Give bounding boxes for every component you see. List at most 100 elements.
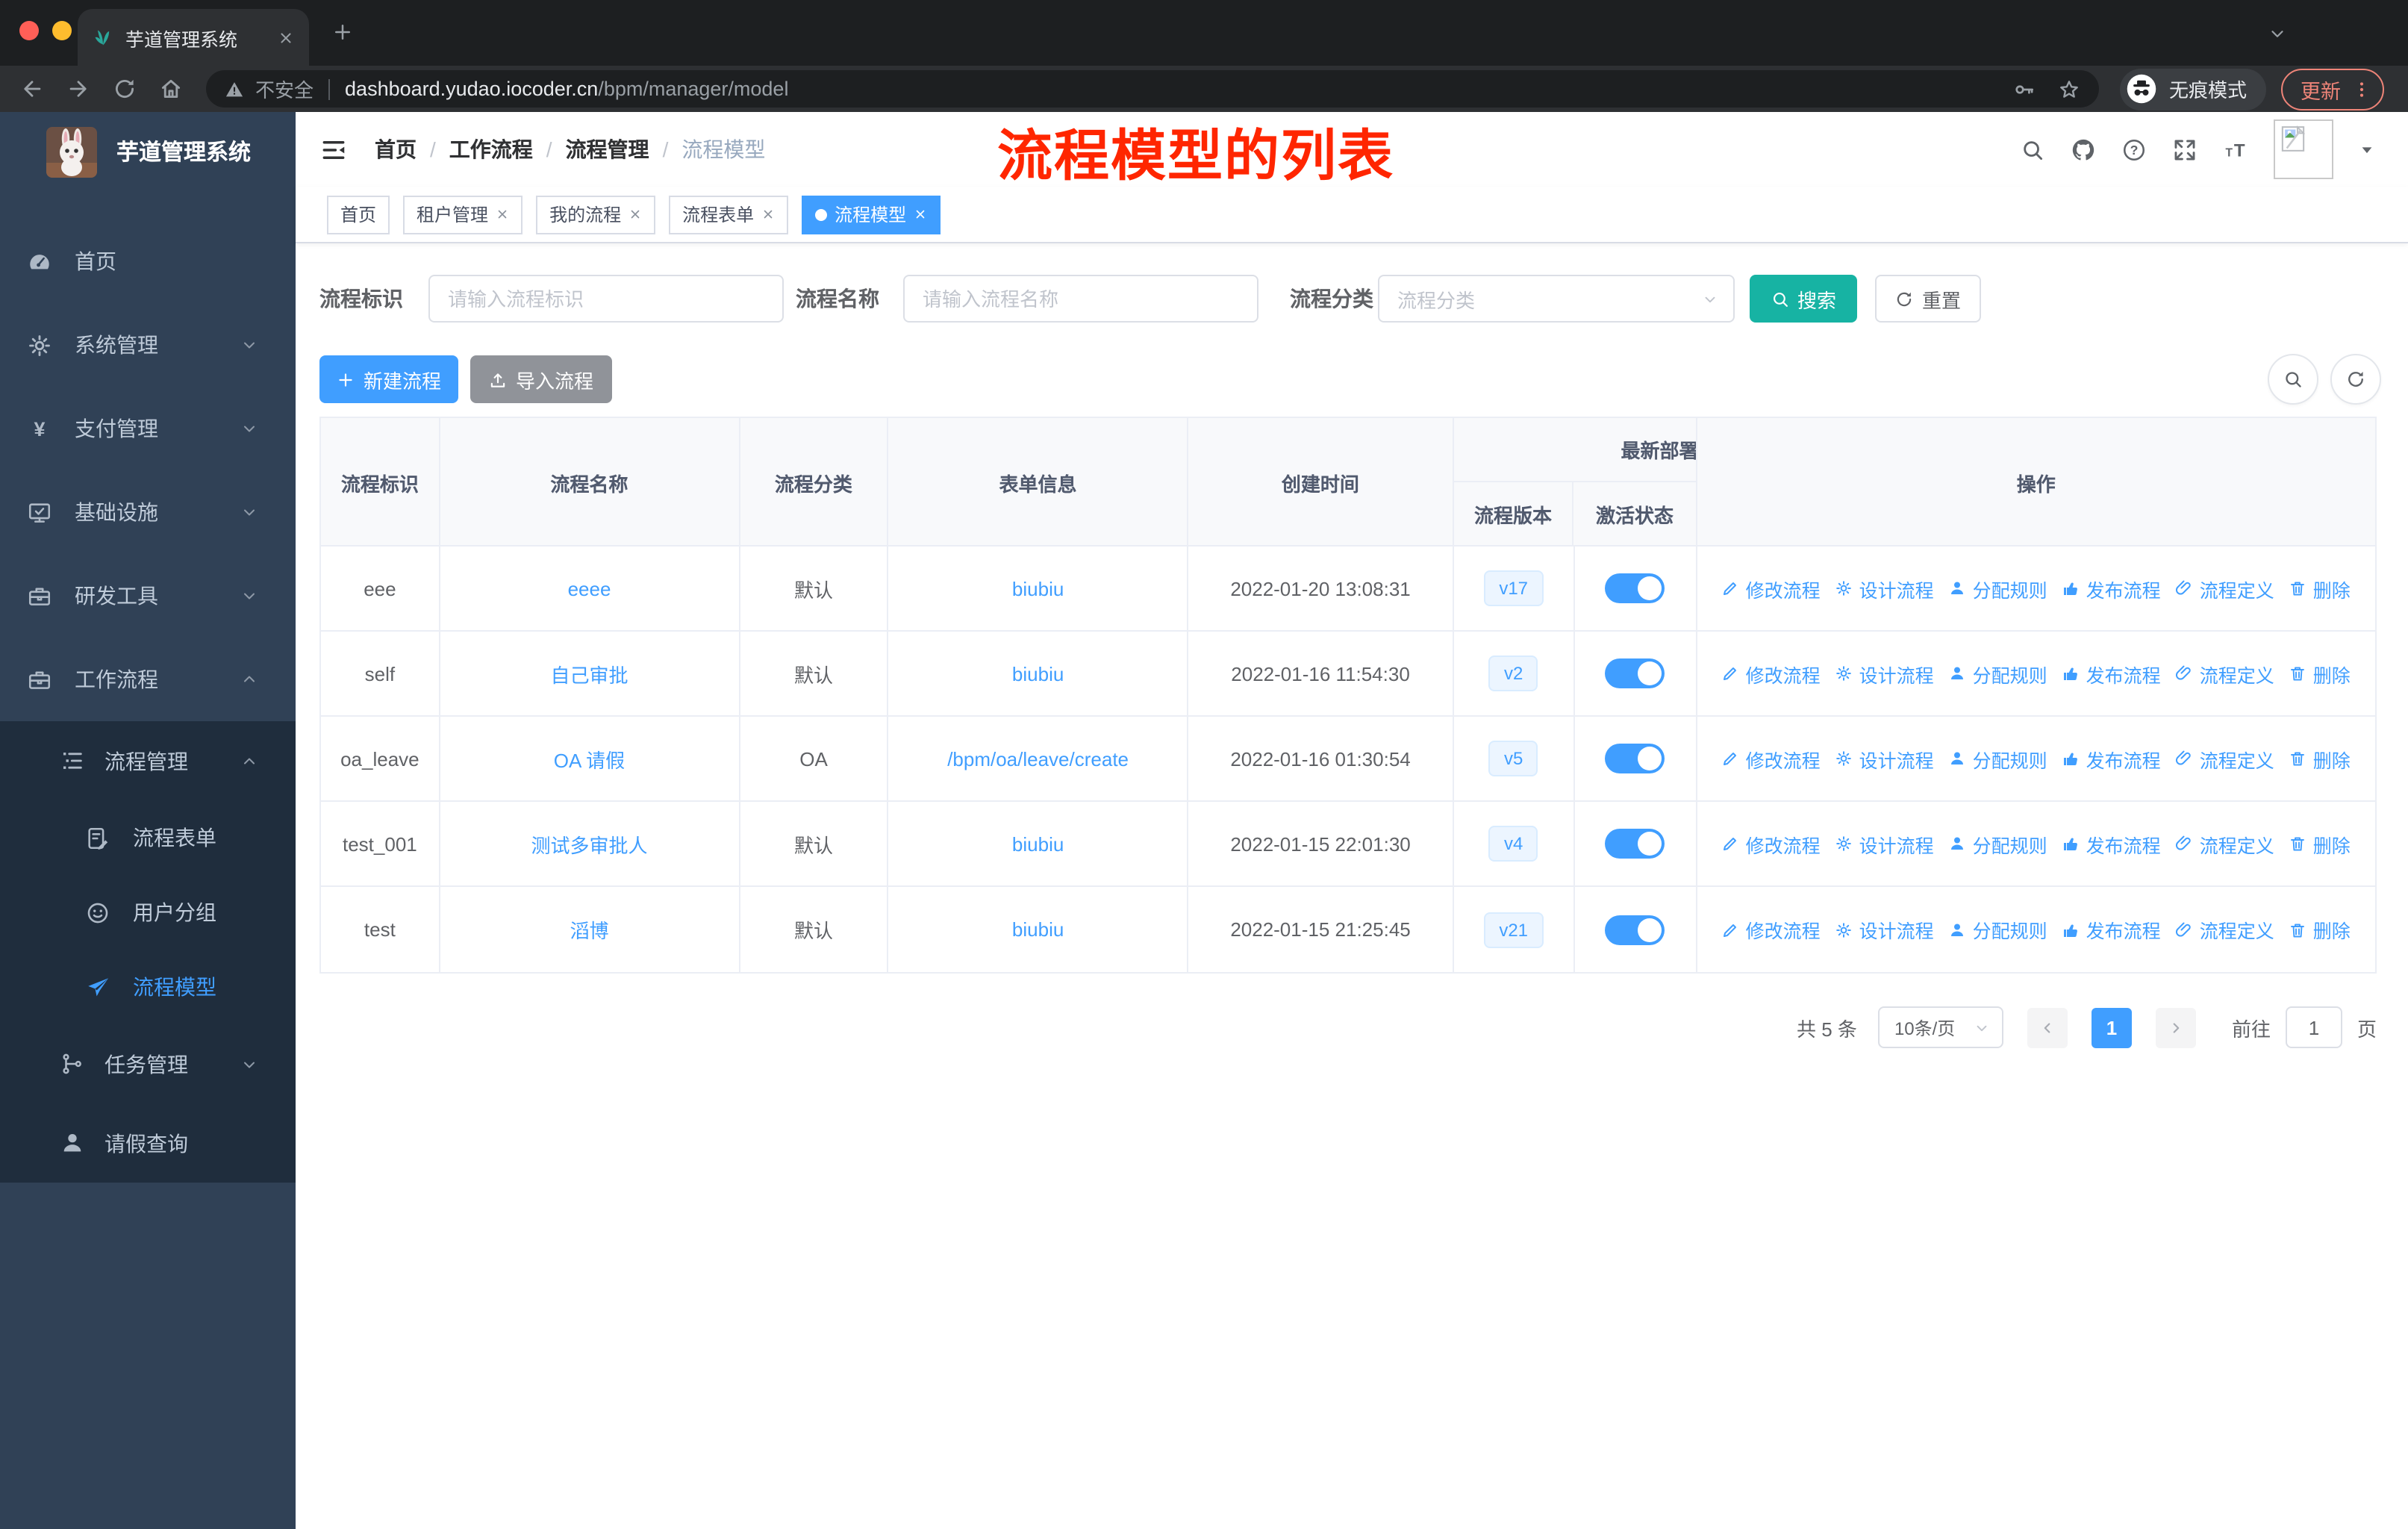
- not-secure-warning-icon[interactable]: [224, 78, 245, 99]
- close-icon[interactable]: [496, 208, 509, 221]
- action-设计流程[interactable]: 设计流程: [1835, 659, 1934, 688]
- fullscreen-icon[interactable]: [2172, 137, 2198, 162]
- breadcrumb-item-首页[interactable]: 首页: [375, 134, 417, 164]
- action-删除[interactable]: 删除: [2289, 744, 2351, 773]
- sidebar-item-用户分组[interactable]: 用户分组: [0, 875, 296, 950]
- user-menu-caret-icon[interactable]: [2359, 141, 2375, 158]
- font-size-icon[interactable]: [2223, 137, 2248, 162]
- category-select[interactable]: 流程分类: [1378, 275, 1735, 323]
- prev-page-button[interactable]: [2027, 1007, 2068, 1047]
- sidebar-collapse-button[interactable]: [319, 135, 348, 164]
- action-修改流程[interactable]: 修改流程: [1722, 829, 1821, 858]
- action-发布流程[interactable]: 发布流程: [2062, 829, 2161, 858]
- password-key-icon[interactable]: [2012, 77, 2036, 101]
- action-修改流程[interactable]: 修改流程: [1722, 659, 1821, 688]
- forward-button[interactable]: [66, 76, 91, 102]
- process-name-link[interactable]: 测试多审批人: [531, 829, 647, 858]
- active-state-toggle[interactable]: [1605, 829, 1665, 859]
- browser-update-button[interactable]: 更新: [2281, 68, 2384, 110]
- action-设计流程[interactable]: 设计流程: [1835, 574, 1934, 602]
- action-修改流程[interactable]: 修改流程: [1722, 744, 1821, 773]
- sidebar-item-工作流程[interactable]: 工作流程: [0, 638, 296, 721]
- close-icon[interactable]: [914, 208, 927, 221]
- name-input[interactable]: [903, 275, 1258, 323]
- sidebar-item-基础设施[interactable]: 基础设施: [0, 470, 296, 554]
- action-发布流程[interactable]: 发布流程: [2062, 574, 2161, 602]
- key-input[interactable]: [428, 275, 784, 323]
- tab-流程表单[interactable]: 流程表单: [669, 195, 789, 234]
- browser-menu-dots-icon[interactable]: [2351, 78, 2372, 99]
- back-button[interactable]: [19, 76, 45, 102]
- action-流程定义[interactable]: 流程定义: [2176, 829, 2274, 858]
- browser-tab[interactable]: 芋道管理系统: [78, 9, 309, 66]
- close-icon[interactable]: [761, 208, 775, 221]
- sidebar-item-支付管理[interactable]: 支付管理: [0, 387, 296, 470]
- close-icon[interactable]: [628, 208, 642, 221]
- action-流程定义[interactable]: 流程定义: [2176, 574, 2274, 602]
- action-分配规则[interactable]: 分配规则: [1949, 744, 2047, 773]
- sidebar-item-流程管理[interactable]: 流程管理: [0, 721, 296, 800]
- tab-我的流程[interactable]: 我的流程: [536, 195, 656, 234]
- page-size-select[interactable]: 10条/页: [1877, 1006, 2003, 1048]
- process-name-link[interactable]: eeee: [568, 577, 611, 600]
- active-state-toggle[interactable]: [1605, 915, 1665, 944]
- sidebar-logo-row[interactable]: 芋道管理系统: [0, 112, 296, 191]
- home-button[interactable]: [158, 76, 184, 102]
- sidebar-item-请假查询[interactable]: 请假查询: [0, 1103, 296, 1183]
- action-分配规则[interactable]: 分配规则: [1949, 574, 2047, 602]
- action-删除[interactable]: 删除: [2289, 915, 2351, 944]
- help-icon[interactable]: [2121, 137, 2147, 162]
- action-修改流程[interactable]: 修改流程: [1722, 574, 1821, 602]
- reload-button[interactable]: [112, 76, 137, 102]
- current-page-button[interactable]: 1: [2091, 1007, 2132, 1047]
- action-分配规则[interactable]: 分配规则: [1949, 659, 2047, 688]
- sidebar-item-流程表单[interactable]: 流程表单: [0, 800, 296, 875]
- goto-page-input[interactable]: [2285, 1006, 2342, 1048]
- search-icon[interactable]: [2020, 137, 2045, 162]
- sidebar-item-流程模型[interactable]: 流程模型: [0, 950, 296, 1024]
- avatar[interactable]: [2274, 119, 2333, 179]
- toggle-search-button[interactable]: [2268, 354, 2318, 405]
- process-name-link[interactable]: OA 请假: [554, 744, 625, 773]
- active-state-toggle[interactable]: [1605, 744, 1665, 773]
- refresh-table-button[interactable]: [2330, 354, 2381, 405]
- tab-close-icon[interactable]: [278, 29, 294, 46]
- sidebar-item-研发工具[interactable]: 研发工具: [0, 554, 296, 638]
- tab-流程模型[interactable]: 流程模型: [802, 195, 941, 234]
- breadcrumb-item-流程管理[interactable]: 流程管理: [566, 134, 649, 164]
- reset-button[interactable]: 重置: [1875, 275, 1981, 323]
- action-分配规则[interactable]: 分配规则: [1949, 829, 2047, 858]
- process-name-link[interactable]: 自己审批: [550, 659, 628, 688]
- form-info-link[interactable]: biubiu: [1012, 918, 1064, 941]
- create-process-button[interactable]: 新建流程: [319, 355, 458, 403]
- action-删除[interactable]: 删除: [2289, 574, 2351, 602]
- sidebar-item-首页[interactable]: 首页: [0, 219, 296, 303]
- action-流程定义[interactable]: 流程定义: [2176, 744, 2274, 773]
- new-tab-button[interactable]: [331, 21, 354, 43]
- process-name-link[interactable]: 滔博: [570, 915, 608, 944]
- tab-search-chevron-icon[interactable]: [2268, 24, 2287, 43]
- bookmark-star-icon[interactable]: [2057, 77, 2081, 101]
- action-删除[interactable]: 删除: [2289, 829, 2351, 858]
- form-info-link[interactable]: biubiu: [1012, 832, 1064, 855]
- breadcrumb-item-工作流程[interactable]: 工作流程: [449, 134, 533, 164]
- next-page-button[interactable]: [2155, 1007, 2196, 1047]
- action-发布流程[interactable]: 发布流程: [2062, 659, 2161, 688]
- action-设计流程[interactable]: 设计流程: [1835, 915, 1934, 944]
- action-发布流程[interactable]: 发布流程: [2062, 744, 2161, 773]
- active-state-toggle[interactable]: [1605, 658, 1665, 688]
- action-设计流程[interactable]: 设计流程: [1835, 829, 1934, 858]
- form-info-link[interactable]: biubiu: [1012, 577, 1064, 600]
- active-state-toggle[interactable]: [1605, 573, 1665, 603]
- action-删除[interactable]: 删除: [2289, 659, 2351, 688]
- import-process-button[interactable]: 导入流程: [470, 355, 612, 403]
- sidebar-item-任务管理[interactable]: 任务管理: [0, 1024, 296, 1103]
- action-流程定义[interactable]: 流程定义: [2176, 659, 2274, 688]
- action-流程定义[interactable]: 流程定义: [2176, 915, 2274, 944]
- search-button[interactable]: 搜索: [1750, 275, 1857, 323]
- action-设计流程[interactable]: 设计流程: [1835, 744, 1934, 773]
- action-发布流程[interactable]: 发布流程: [2062, 915, 2161, 944]
- close-window-button[interactable]: [19, 21, 39, 40]
- action-分配规则[interactable]: 分配规则: [1949, 915, 2047, 944]
- github-icon[interactable]: [2071, 137, 2096, 162]
